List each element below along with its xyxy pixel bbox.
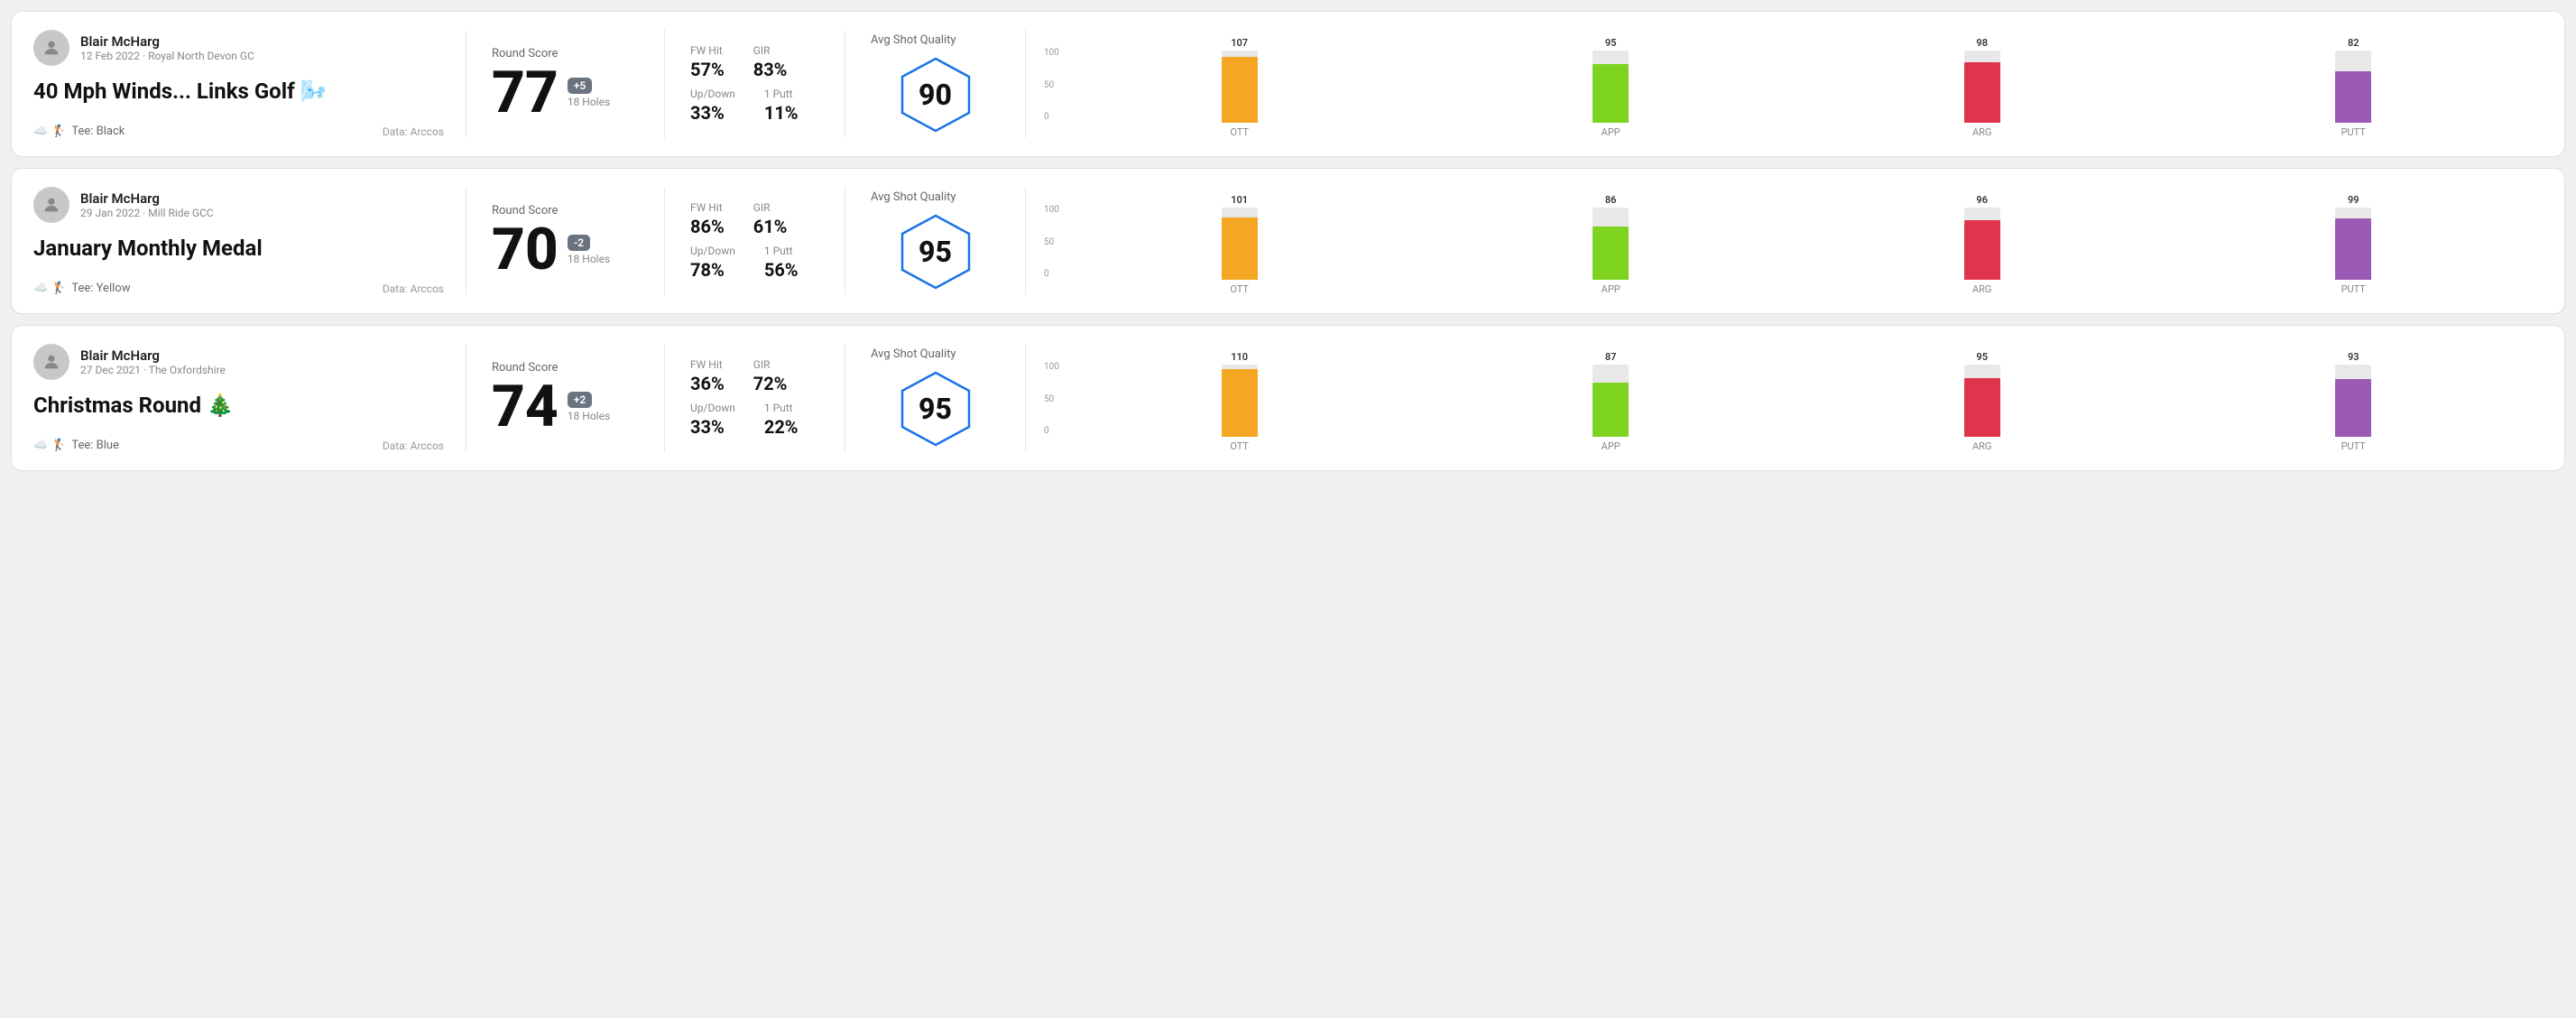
fw-hit-stat: FW Hit 36%	[690, 358, 725, 394]
score-badge: +5	[568, 78, 592, 94]
round-card: Blair McHarg 29 Jan 2022 · Mill Ride GCC…	[11, 168, 2565, 314]
round-card: Blair McHarg 27 Dec 2021 · The Oxfordshi…	[11, 325, 2565, 471]
fw-hit-stat: FW Hit 57%	[690, 44, 725, 80]
data-source: Data: Arccos	[383, 282, 444, 295]
gir-stat: GIR 61%	[753, 201, 788, 237]
bar-group-app: 95 APP	[1436, 37, 1786, 138]
putt1-stat: 1 Putt 56%	[764, 245, 799, 281]
tee-info: ☁️ 🏌️ Tee: Yellow Data: Arccos	[33, 282, 444, 295]
card-chart: 100500 101 OTT 86 APP 96	[1026, 187, 2543, 295]
card-quality: Avg Shot Quality 90	[845, 30, 1026, 138]
bar-group-ott: 107 OTT	[1065, 37, 1415, 138]
score-badge: +2	[568, 392, 592, 408]
card-stats: FW Hit 86% GIR 61% Up/Down 78% 1 Putt	[665, 187, 845, 295]
card-chart: 100500 110 OTT 87 APP 95	[1026, 344, 2543, 452]
player-name: Blair McHarg	[80, 190, 214, 207]
round-card: Blair McHarg 12 Feb 2022 · Royal North D…	[11, 11, 2565, 157]
round-title: 40 Mph Winds... Links Golf 🌬️	[33, 79, 444, 104]
hexagon: 95	[895, 368, 976, 449]
player-info: Blair McHarg 29 Jan 2022 · Mill Ride GCC	[33, 187, 444, 223]
hexagon: 90	[895, 54, 976, 135]
hexagon: 95	[895, 211, 976, 292]
player-date: 27 Dec 2021 · The Oxfordshire	[80, 364, 226, 376]
card-quality: Avg Shot Quality 95	[845, 344, 1026, 452]
data-source: Data: Arccos	[383, 440, 444, 452]
bar-group-putt: 99 PUTT	[2178, 194, 2528, 295]
holes-label: 18 Holes	[568, 253, 610, 265]
cloud-icon: ☁️	[33, 125, 48, 138]
golf-icon: 🏌️	[51, 282, 66, 295]
quality-label: Avg Shot Quality	[871, 190, 956, 204]
golf-icon: 🏌️	[51, 439, 66, 452]
score-big: 77	[492, 64, 559, 122]
card-score: Round Score 77 +5 18 Holes	[466, 30, 665, 138]
card-score: Round Score 74 +2 18 Holes	[466, 344, 665, 452]
card-chart: 100500 107 OTT 95 APP 98	[1026, 30, 2543, 138]
card-score: Round Score 70 -2 18 Holes	[466, 187, 665, 295]
bar-group-putt: 93 PUTT	[2178, 351, 2528, 452]
updown-stat: Up/Down 33%	[690, 88, 735, 124]
avatar	[33, 30, 69, 66]
tee-info: ☁️ 🏌️ Tee: Black Data: Arccos	[33, 125, 444, 138]
bar-group-ott: 110 OTT	[1065, 351, 1415, 452]
round-title: Christmas Round 🎄	[33, 393, 444, 418]
gir-stat: GIR 72%	[753, 358, 788, 394]
tee-info: ☁️ 🏌️ Tee: Blue Data: Arccos	[33, 439, 444, 452]
avatar	[33, 344, 69, 380]
card-left: Blair McHarg 27 Dec 2021 · The Oxfordshi…	[33, 344, 466, 452]
card-quality: Avg Shot Quality 95	[845, 187, 1026, 295]
player-info: Blair McHarg 27 Dec 2021 · The Oxfordshi…	[33, 344, 444, 380]
player-name: Blair McHarg	[80, 347, 226, 364]
score-big: 70	[492, 221, 559, 279]
updown-stat: Up/Down 78%	[690, 245, 735, 281]
tee-label: Tee: Yellow	[71, 282, 130, 295]
fw-hit-stat: FW Hit 86%	[690, 201, 725, 237]
player-name: Blair McHarg	[80, 33, 254, 50]
holes-label: 18 Holes	[568, 410, 610, 422]
tee-label: Tee: Blue	[71, 439, 119, 452]
holes-label: 18 Holes	[568, 96, 610, 108]
bar-group-ott: 101 OTT	[1065, 194, 1415, 295]
cloud-icon: ☁️	[33, 439, 48, 452]
gir-stat: GIR 83%	[753, 44, 788, 80]
score-badge: -2	[568, 235, 590, 251]
player-date: 12 Feb 2022 · Royal North Devon GC	[80, 50, 254, 62]
card-left: Blair McHarg 29 Jan 2022 · Mill Ride GCC…	[33, 187, 466, 295]
round-title: January Monthly Medal	[33, 236, 444, 261]
player-date: 29 Jan 2022 · Mill Ride GCC	[80, 207, 214, 219]
golf-icon: 🏌️	[51, 125, 66, 138]
data-source: Data: Arccos	[383, 125, 444, 138]
avatar	[33, 187, 69, 223]
bar-group-arg: 96 ARG	[1807, 194, 2157, 295]
score-big: 74	[492, 378, 559, 436]
bar-group-app: 86 APP	[1436, 194, 1786, 295]
putt1-stat: 1 Putt 11%	[764, 88, 799, 124]
card-left: Blair McHarg 12 Feb 2022 · Royal North D…	[33, 30, 466, 138]
card-stats: FW Hit 36% GIR 72% Up/Down 33% 1 Putt	[665, 344, 845, 452]
quality-label: Avg Shot Quality	[871, 33, 956, 47]
tee-label: Tee: Black	[71, 125, 125, 138]
cloud-icon: ☁️	[33, 282, 48, 295]
bar-group-app: 87 APP	[1436, 351, 1786, 452]
quality-label: Avg Shot Quality	[871, 347, 956, 361]
updown-stat: Up/Down 33%	[690, 402, 735, 438]
player-info: Blair McHarg 12 Feb 2022 · Royal North D…	[33, 30, 444, 66]
bar-group-putt: 82 PUTT	[2178, 37, 2528, 138]
bar-group-arg: 95 ARG	[1807, 351, 2157, 452]
card-stats: FW Hit 57% GIR 83% Up/Down 33% 1 Putt	[665, 30, 845, 138]
putt1-stat: 1 Putt 22%	[764, 402, 799, 438]
bar-group-arg: 98 ARG	[1807, 37, 2157, 138]
